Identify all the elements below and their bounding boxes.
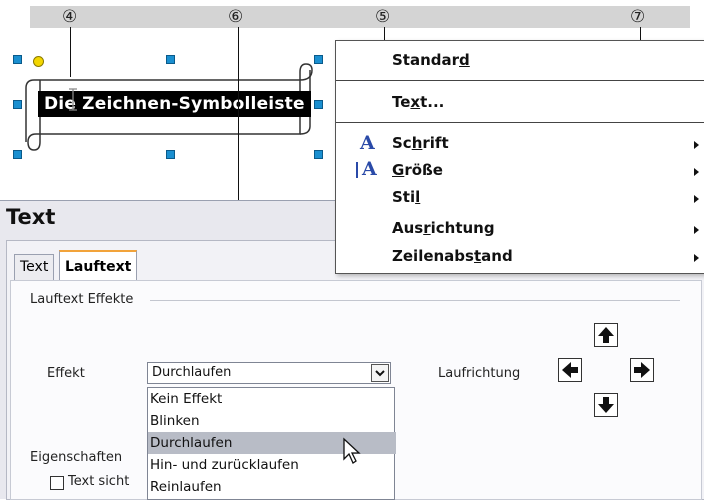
font-icon: A bbox=[360, 132, 375, 154]
menu-item-standard[interactable]: Standard bbox=[392, 51, 470, 69]
group-separator bbox=[150, 300, 680, 301]
callout-7: ⑦ bbox=[630, 7, 646, 27]
submenu-arrow-icon bbox=[694, 254, 699, 262]
effect-combobox-value: Durchlaufen bbox=[152, 365, 232, 380]
dropdown-option[interactable]: Blinken bbox=[148, 410, 396, 432]
submenu-arrow-icon bbox=[694, 195, 699, 203]
menu-separator bbox=[336, 80, 704, 81]
arrow-right-icon bbox=[634, 362, 650, 378]
arrow-down-button[interactable] bbox=[594, 393, 618, 417]
arrow-up-icon bbox=[598, 327, 614, 343]
arrow-left-icon bbox=[562, 362, 578, 378]
font-size-icon-bar bbox=[356, 162, 358, 178]
menu-item-style[interactable]: Stil bbox=[392, 188, 420, 206]
menu-separator bbox=[336, 122, 704, 123]
callout-4: ④ bbox=[62, 7, 78, 27]
font-size-icon: A bbox=[362, 158, 377, 180]
group-label-effects: Lauftext Effekte bbox=[30, 292, 138, 307]
arrow-left-button[interactable] bbox=[558, 358, 582, 382]
group-label-properties: Eigenschaften bbox=[30, 450, 127, 465]
mouse-pointer-icon bbox=[343, 437, 361, 464]
menu-item-alignment[interactable]: Ausrichtung bbox=[392, 219, 495, 237]
tab-lauftext[interactable]: Lauftext bbox=[59, 250, 138, 282]
context-menu bbox=[335, 40, 704, 274]
submenu-arrow-icon bbox=[694, 226, 699, 234]
tab-text[interactable]: Text bbox=[14, 254, 55, 281]
menu-item-size[interactable]: Größe bbox=[392, 161, 443, 179]
callout-bar bbox=[30, 6, 690, 28]
arrow-up-button[interactable] bbox=[594, 323, 618, 347]
direction-label: Laufrichtung bbox=[438, 366, 521, 381]
submenu-arrow-icon bbox=[694, 141, 699, 149]
chevron-down-icon[interactable] bbox=[371, 364, 389, 382]
effect-label: Effekt bbox=[47, 366, 85, 381]
menu-item-text[interactable]: Text... bbox=[392, 93, 444, 111]
leader-line-4 bbox=[70, 27, 71, 77]
callout-5: ⑤ bbox=[375, 7, 391, 27]
dropdown-option[interactable]: Kein Effekt bbox=[148, 388, 396, 410]
dialog-title: Text bbox=[6, 205, 56, 229]
effect-combobox[interactable]: Durchlaufen bbox=[147, 362, 391, 384]
callout-6: ⑥ bbox=[228, 7, 244, 27]
text-visible-checkbox[interactable] bbox=[50, 476, 64, 490]
dropdown-option[interactable]: Reinlaufen bbox=[148, 476, 396, 498]
menu-item-font[interactable]: Schrift bbox=[392, 134, 449, 152]
checkbox-label: Text sicht bbox=[68, 474, 130, 489]
submenu-arrow-icon bbox=[694, 168, 699, 176]
menu-item-line-spacing[interactable]: Zeilenabstand bbox=[392, 247, 513, 265]
arrow-right-button[interactable] bbox=[630, 358, 654, 382]
text-cursor-icon bbox=[69, 88, 77, 111]
arrow-down-icon bbox=[598, 397, 614, 413]
